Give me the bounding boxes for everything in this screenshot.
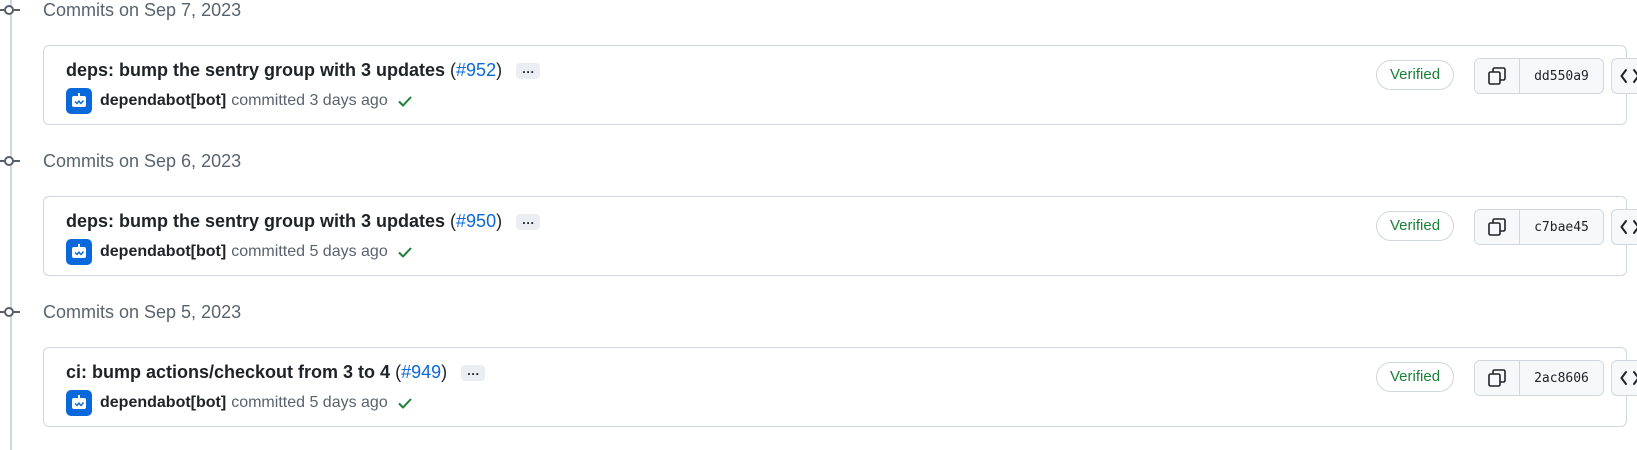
commit-message-link[interactable]: deps: bump the sentry group with 3 updat… [66,60,445,81]
check-icon[interactable] [396,243,414,261]
dependabot-avatar[interactable] [66,390,92,416]
verified-badge[interactable]: Verified [1376,211,1455,241]
commit-message-link[interactable]: deps: bump the sentry group with 3 updat… [66,211,445,232]
commit-time: committed 3 days ago [231,92,388,109]
verified-badge[interactable]: Verified [1376,362,1455,392]
git-commit-icon [4,307,14,317]
code-icon[interactable] [1611,360,1637,396]
expand-description-button[interactable]: … [516,213,541,230]
commit-group-header: Commits on Sep 5, 2023 [0,302,600,326]
pull-request-link[interactable]: #950 [456,211,496,232]
open-paren: ( [390,362,402,382]
verified-badge[interactable]: Verified [1376,60,1455,90]
code-icon[interactable] [1611,58,1637,94]
dependabot-avatar[interactable] [66,239,92,265]
check-icon[interactable] [396,394,414,412]
commit-message-link[interactable]: ci: bump actions/checkout from 3 to 4 [66,362,390,383]
author-link[interactable]: dependabot[bot] [100,243,226,261]
commit-time: committed 5 days ago [231,243,388,260]
code-icon[interactable] [1611,209,1637,245]
bot-icon [72,395,86,409]
commit-group-date: Commits on Sep 5, 2023 [43,302,242,322]
commit-sha-link[interactable]: 2ac8606 [1520,361,1603,395]
commit-meta: dependabot[bot] committed 5 days ago [66,390,414,416]
commit-row: deps: bump the sentry group with 3 updat… [43,196,1637,276]
commit-meta: dependabot[bot] committed 5 days ago [66,239,414,265]
check-icon[interactable] [396,92,414,110]
commit-group-date: Commits on Sep 6, 2023 [43,151,242,171]
commit-group-header: Commits on Sep 7, 2023 [0,0,600,24]
commit-sha-link[interactable]: dd550a9 [1520,59,1603,93]
pull-request-link[interactable]: #952 [456,60,496,81]
dependabot-avatar[interactable] [66,88,92,114]
copy-icon[interactable] [1475,59,1520,93]
pull-request-link[interactable]: #949 [401,362,441,383]
commit-time: committed 5 days ago [231,394,388,411]
expand-description-button[interactable]: … [516,62,541,79]
commit-title: ci: bump actions/checkout from 3 to 4 ( … [66,362,486,383]
copy-icon[interactable] [1475,361,1520,395]
bot-icon [72,244,86,258]
git-commit-icon [4,156,14,166]
git-commit-icon [4,5,14,15]
commit-title: deps: bump the sentry group with 3 updat… [66,60,541,81]
close-paren: ) [441,362,448,382]
author-link[interactable]: dependabot[bot] [100,394,226,412]
sha-button-group: 2ac8606 [1474,360,1604,396]
commit-row: ci: bump actions/checkout from 3 to 4 ( … [43,347,1637,427]
expand-description-button[interactable]: … [461,364,486,381]
commit-group-header: Commits on Sep 6, 2023 [0,151,600,175]
copy-icon[interactable] [1475,210,1520,244]
sha-button-group: c7bae45 [1474,209,1604,245]
close-paren: ) [496,60,503,80]
commit-meta: dependabot[bot] committed 3 days ago [66,88,414,114]
open-paren: ( [445,60,457,80]
open-paren: ( [445,211,457,231]
commit-sha-link[interactable]: c7bae45 [1520,210,1603,244]
commit-group-date: Commits on Sep 7, 2023 [43,0,242,20]
bot-icon [72,93,86,107]
commit-row: deps: bump the sentry group with 3 updat… [43,45,1637,125]
sha-button-group: dd550a9 [1474,58,1604,94]
author-link[interactable]: dependabot[bot] [100,92,226,110]
timeline-line [10,0,12,450]
commit-title: deps: bump the sentry group with 3 updat… [66,211,541,232]
close-paren: ) [496,211,503,231]
